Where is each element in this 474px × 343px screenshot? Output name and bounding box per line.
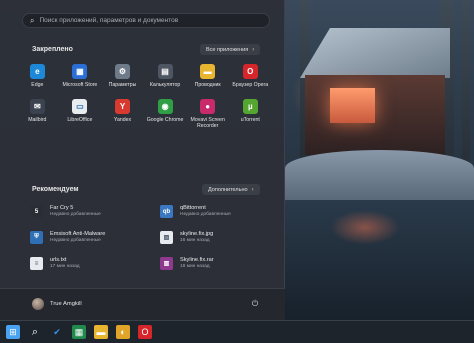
recommended-text: Skyline.fix.rar 18 мин назад [180, 257, 214, 270]
opera-icon: O [242, 64, 258, 79]
recommended-name: Emsisoft Anti-Malware [50, 231, 106, 237]
recommended-item[interactable]: ▨ skyline.fix.jpg 16 мин назад [160, 229, 270, 246]
app-icon[interactable]: ◐ [116, 325, 130, 339]
light-reflection [330, 210, 400, 245]
app-label: Yandex [113, 116, 132, 123]
app-label: Edge [31, 82, 44, 88]
recommended-text: Far Cry 5 Недавно добавленные [50, 205, 101, 218]
pinned-title: Закреплено [32, 46, 73, 53]
more-button[interactable]: Дополнительно › [202, 184, 260, 195]
app-label: Проводник [194, 82, 221, 88]
taskbar: ⊞ ⌕ ✔ ▦ ▬ ◐ O [0, 320, 474, 343]
recommended-subtitle: Недавно добавленные [50, 212, 101, 217]
power-icon: ⏻ [251, 299, 259, 308]
search-input[interactable] [39, 17, 260, 24]
text-file-icon: ≡ [30, 257, 43, 270]
user-name: True Amgkill [50, 301, 82, 307]
folder-icon: ▬ [200, 64, 216, 79]
start-footer: True Amgkill ⏻ [0, 288, 285, 320]
pinned-app[interactable]: ⚙ Параметры [101, 64, 144, 89]
farcry-icon: 5 [30, 205, 43, 218]
pinned-app[interactable]: ▤ Калькулятор [144, 64, 187, 89]
recommended-item[interactable]: qb qBittorrent Недавно добавленные [160, 203, 270, 220]
start-menu: ⌕ Закреплено Все приложения › e Edge ▦ Micr… [0, 0, 285, 320]
recommended-name: skyline.fix.jpg [180, 231, 214, 237]
app-label: Mailbird [28, 116, 47, 123]
app-label: Браузер Opera [232, 82, 269, 88]
pinned-app[interactable]: ✉ Mailbird [16, 98, 59, 130]
chevron-right-icon: › [251, 186, 254, 193]
pinned-app[interactable]: Y Yandex [101, 98, 144, 130]
qbittorrent-icon: qb [160, 205, 173, 218]
app-label: Movavi Screen Recorder [190, 116, 225, 130]
recommended-subtitle: 17 мин назад [50, 264, 80, 269]
recommended-subtitle: Недавно добавленные [180, 212, 231, 217]
folder-icon[interactable]: ▬ [94, 325, 108, 339]
document-icon: ▭ [72, 98, 88, 114]
gear-icon: ⚙ [114, 64, 130, 79]
cabin [305, 75, 445, 155]
recommended-subtitle: Недавно добавленные [50, 238, 101, 243]
app-label: Калькулятор [149, 82, 181, 88]
chrome-icon: ◉ [157, 98, 173, 114]
pinned-app[interactable]: ▬ Проводник [186, 64, 229, 89]
calculator-icon: ▤ [157, 64, 173, 79]
more-label: Дополнительно [208, 186, 248, 193]
pinned-app[interactable]: e Edge [16, 64, 59, 89]
cabin-roof [300, 28, 450, 78]
app-label: uTorrent [240, 116, 260, 123]
store-icon: ▦ [72, 64, 88, 79]
recommended-name: urls.txt [50, 257, 67, 263]
recommended-text: Emsisoft Anti-Malware Недавно добавленные [50, 231, 105, 244]
pinned-app[interactable]: O Браузер Opera [229, 64, 272, 89]
pinned-app[interactable]: ▦ Microsoft Store [59, 64, 102, 89]
recommended-subtitle: 16 мин назад [180, 238, 210, 243]
utorrent-icon: µ [242, 98, 258, 114]
recommended-name: Skyline.fix.rar [180, 257, 214, 263]
archive-icon: ▥ [160, 257, 173, 270]
todo-check-icon[interactable]: ✔ [50, 325, 64, 339]
yandex-icon: Y [114, 98, 130, 114]
recommended-subtitle: 18 мин назад [180, 264, 210, 269]
spreadsheet-icon[interactable]: ▦ [72, 325, 86, 339]
windows-start-icon[interactable]: ⊞ [6, 325, 20, 339]
pinned-app[interactable]: ▭ LibreOffice [59, 98, 102, 130]
opera-icon[interactable]: O [138, 325, 152, 339]
all-apps-label: Все приложения [206, 46, 249, 53]
recommended-text: qBittorrent Недавно добавленные [180, 205, 231, 218]
power-button[interactable]: ⏻ [249, 298, 261, 310]
cabin-window [330, 88, 375, 123]
shield-icon: ⛨ [30, 231, 43, 244]
recommended-item[interactable]: 5 Far Cry 5 Недавно добавленные [30, 203, 160, 220]
recommended-item[interactable]: ⛨ Emsisoft Anti-Malware Недавно добавленны… [30, 229, 160, 246]
recommended-title: Рекомендуем [32, 186, 79, 193]
pinned-apps-grid: e Edge ▦ Microsoft Store ⚙ Параметры ▤ Калькуля… [16, 64, 272, 130]
app-label: Параметры [108, 82, 137, 88]
all-apps-button[interactable]: Все приложения › [200, 44, 261, 55]
pinned-app[interactable]: µ uTorrent [229, 98, 272, 130]
image-file-icon: ▨ [160, 231, 173, 244]
app-label: LibreOffice [67, 116, 93, 123]
recorder-icon: ● [200, 98, 216, 114]
app-label: Microsoft Store [62, 82, 98, 88]
recommended-item[interactable]: ≡ urls.txt 17 мин назад [30, 255, 160, 272]
recommended-list: 5 Far Cry 5 Недавно добавленные qb qBittorre… [30, 203, 270, 272]
recommended-text: urls.txt 17 мин назад [50, 257, 80, 270]
recommended-name: Far Cry 5 [50, 205, 74, 211]
recommended-item[interactable]: ▥ Skyline.fix.rar 18 мин назад [160, 255, 270, 272]
app-label: Google Chrome [146, 116, 184, 123]
mail-icon: ✉ [29, 98, 45, 114]
chevron-right-icon: › [252, 46, 255, 53]
recommended-name: qBittorrent [180, 205, 206, 211]
user-account[interactable]: True Amgkill [32, 298, 82, 310]
pinned-app[interactable]: ◉ Google Chrome [144, 98, 187, 130]
edge-icon: e [29, 64, 45, 79]
search-icon[interactable]: ⌕ [28, 325, 42, 339]
pinned-app[interactable]: ● Movavi Screen Recorder [186, 98, 229, 130]
recommended-text: skyline.fix.jpg 16 мин назад [180, 231, 213, 244]
search-box[interactable]: ⌕ [22, 13, 270, 28]
search-icon: ⌕ [30, 15, 35, 25]
avatar [32, 298, 44, 310]
